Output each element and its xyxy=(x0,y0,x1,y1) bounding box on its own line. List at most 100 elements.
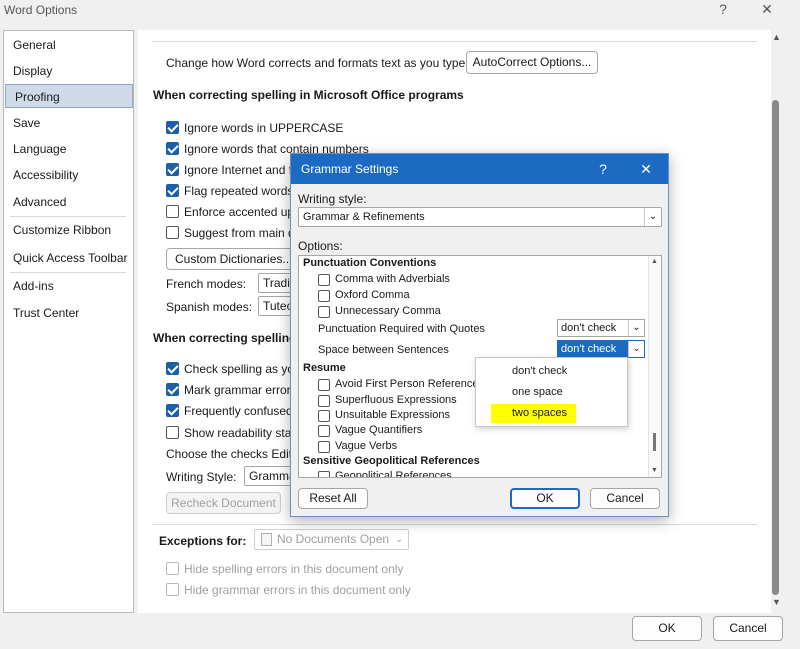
dialog-ok-button[interactable]: OK xyxy=(510,488,580,509)
space-option-dont-check[interactable]: don't check xyxy=(476,361,627,382)
group-geopolitical: Sensitive Geopolitical References xyxy=(303,455,480,467)
space-options-popup: don't check one space two spaces xyxy=(475,357,628,427)
reset-all-button[interactable]: Reset All xyxy=(298,488,368,509)
nav-item-advanced[interactable]: Advanced xyxy=(4,190,133,214)
unnecessary-comma-label: Unnecessary Comma xyxy=(335,305,441,317)
space-option-one-space[interactable]: one space xyxy=(476,382,627,403)
enforce-accented-checkbox[interactable] xyxy=(166,205,179,218)
suggest-main-dict-checkbox[interactable] xyxy=(166,226,179,239)
mark-grammar-checkbox[interactable] xyxy=(166,383,179,396)
scroll-down-icon[interactable]: ▼ xyxy=(772,597,781,607)
dialog-help-button[interactable]: ? xyxy=(588,159,618,179)
french-modes-label: French modes: xyxy=(166,277,247,291)
nav-item-language[interactable]: Language xyxy=(4,137,133,161)
nav-item-quick-access-toolbar[interactable]: Quick Access Toolbar xyxy=(4,246,133,270)
spanish-modes-label: Spanish modes: xyxy=(166,300,253,314)
exceptions-select[interactable]: No Documents Open ⌄ xyxy=(254,529,409,550)
options-label: Options: xyxy=(298,239,343,253)
dialog-writing-style-value: Grammar & Refinements xyxy=(303,211,425,223)
scrollbar-thumb[interactable] xyxy=(653,433,656,451)
options-scrollbar[interactable]: ▲ ▼ xyxy=(648,256,661,477)
vague-verbs-checkbox[interactable] xyxy=(318,441,330,453)
nav-item-add-ins[interactable]: Add-ins xyxy=(4,274,133,298)
nav-item-customize-ribbon[interactable]: Customize Ribbon xyxy=(4,218,133,242)
hide-grammar-label: Hide grammar errors in this document onl… xyxy=(184,583,411,597)
mark-grammar-label: Mark grammar errors xyxy=(184,383,297,397)
scroll-up-icon[interactable]: ▲ xyxy=(651,258,658,265)
help-button[interactable]: ? xyxy=(708,0,738,22)
group-punctuation: Punctuation Conventions xyxy=(303,257,437,269)
hide-spelling-checkbox[interactable] xyxy=(166,562,179,575)
geopolitical-label: Geopolitical References xyxy=(335,470,452,478)
vague-verbs-label: Vague Verbs xyxy=(335,440,398,452)
quotes-value: don't check xyxy=(561,322,617,334)
vague-quantifiers-checkbox[interactable] xyxy=(318,425,330,437)
window-title: Word Options xyxy=(4,3,78,17)
window-titlebar: Word Options ? ✕ xyxy=(0,0,800,24)
section-divider xyxy=(152,524,757,525)
ignore-internet-label: Ignore Internet and fi xyxy=(184,163,295,177)
ok-button[interactable]: OK xyxy=(632,616,702,641)
ignore-uppercase-checkbox[interactable] xyxy=(166,121,179,134)
hide-grammar-checkbox[interactable] xyxy=(166,583,179,596)
close-icon[interactable]: ✕ xyxy=(752,0,782,22)
scroll-down-icon[interactable]: ▼ xyxy=(651,467,658,474)
exceptions-value: No Documents Open xyxy=(277,532,390,546)
dialog-cancel-button[interactable]: Cancel xyxy=(590,488,660,509)
cancel-button[interactable]: Cancel xyxy=(713,616,783,641)
superfluous-checkbox[interactable] xyxy=(318,395,330,407)
suggest-main-dict-label: Suggest from main d xyxy=(184,226,295,240)
flag-repeated-checkbox[interactable] xyxy=(166,184,179,197)
nav-item-save[interactable]: Save xyxy=(4,111,133,135)
vague-quantifiers-label: Vague Quantifiers xyxy=(335,424,423,436)
frequently-confused-label: Frequently confused xyxy=(184,404,293,418)
space-between-label: Space between Sentences xyxy=(318,344,449,356)
nav-divider xyxy=(10,216,126,217)
avoid-first-person-label: Avoid First Person Reference xyxy=(335,378,479,390)
chevron-down-icon: ⌄ xyxy=(644,208,661,226)
geopolitical-checkbox[interactable] xyxy=(318,471,330,477)
autocorrect-options-button[interactable]: AutoCorrect Options... xyxy=(466,51,598,74)
dialog-close-icon[interactable]: ✕ xyxy=(631,159,661,179)
comma-adverbials-label: Comma with Adverbials xyxy=(335,273,450,285)
recheck-document-button[interactable]: Recheck Document xyxy=(166,492,281,514)
show-readability-checkbox[interactable] xyxy=(166,426,179,439)
ignore-uppercase-label: Ignore words in UPPERCASE xyxy=(184,121,344,135)
quotes-select[interactable]: don't check ⌄ xyxy=(557,319,645,337)
hide-spelling-label: Hide spelling errors in this document on… xyxy=(184,562,404,576)
oxford-comma-checkbox[interactable] xyxy=(318,290,330,302)
nav-item-trust-center[interactable]: Trust Center xyxy=(4,301,133,325)
nav-item-proofing[interactable]: Proofing xyxy=(5,84,133,108)
comma-adverbials-checkbox[interactable] xyxy=(318,274,330,286)
choose-checks-text: Choose the checks Edito xyxy=(166,447,299,461)
ignore-numbers-checkbox[interactable] xyxy=(166,142,179,155)
frequently-confused-checkbox[interactable] xyxy=(166,404,179,417)
space-option-two-spaces[interactable]: two spaces xyxy=(476,403,627,424)
avoid-first-person-checkbox[interactable] xyxy=(318,379,330,391)
custom-dictionaries-button[interactable]: Custom Dictionaries... xyxy=(166,248,296,270)
group-resume: Resume xyxy=(303,362,346,374)
unsuitable-checkbox[interactable] xyxy=(318,410,330,422)
section-office-heading: When correcting spelling in Microsoft Of… xyxy=(153,88,464,102)
nav-item-display[interactable]: Display xyxy=(4,59,133,83)
nav-item-accessibility[interactable]: Accessibility xyxy=(4,163,133,187)
dialog-writing-style-select[interactable]: Grammar & Refinements ⌄ xyxy=(298,207,662,227)
grammar-settings-dialog: Grammar Settings ? ✕ Writing style: Gram… xyxy=(290,153,669,517)
autocorrect-prompt: Change how Word corrects and formats tex… xyxy=(166,56,469,70)
nav-item-general[interactable]: General xyxy=(4,33,133,57)
scroll-up-icon[interactable]: ▲ xyxy=(772,32,781,42)
space-between-select[interactable]: don't check ⌄ xyxy=(557,340,645,358)
unnecessary-comma-checkbox[interactable] xyxy=(318,306,330,318)
ignore-internet-checkbox[interactable] xyxy=(166,163,179,176)
exceptions-label: Exceptions for: xyxy=(159,534,247,548)
chevron-down-icon: ⌄ xyxy=(628,341,644,357)
dialog-title: Grammar Settings xyxy=(301,162,399,176)
unsuitable-label: Unsuitable Expressions xyxy=(335,409,450,421)
section-word-heading: When correcting spelling xyxy=(153,331,297,345)
check-spelling-checkbox[interactable] xyxy=(166,362,179,375)
document-icon xyxy=(261,533,272,546)
dialog-titlebar: Grammar Settings ? ✕ xyxy=(291,154,668,184)
options-nav: General Display Proofing Save Language A… xyxy=(3,30,134,613)
scrollbar-thumb[interactable] xyxy=(772,100,779,595)
space-between-value: don't check xyxy=(561,343,617,355)
